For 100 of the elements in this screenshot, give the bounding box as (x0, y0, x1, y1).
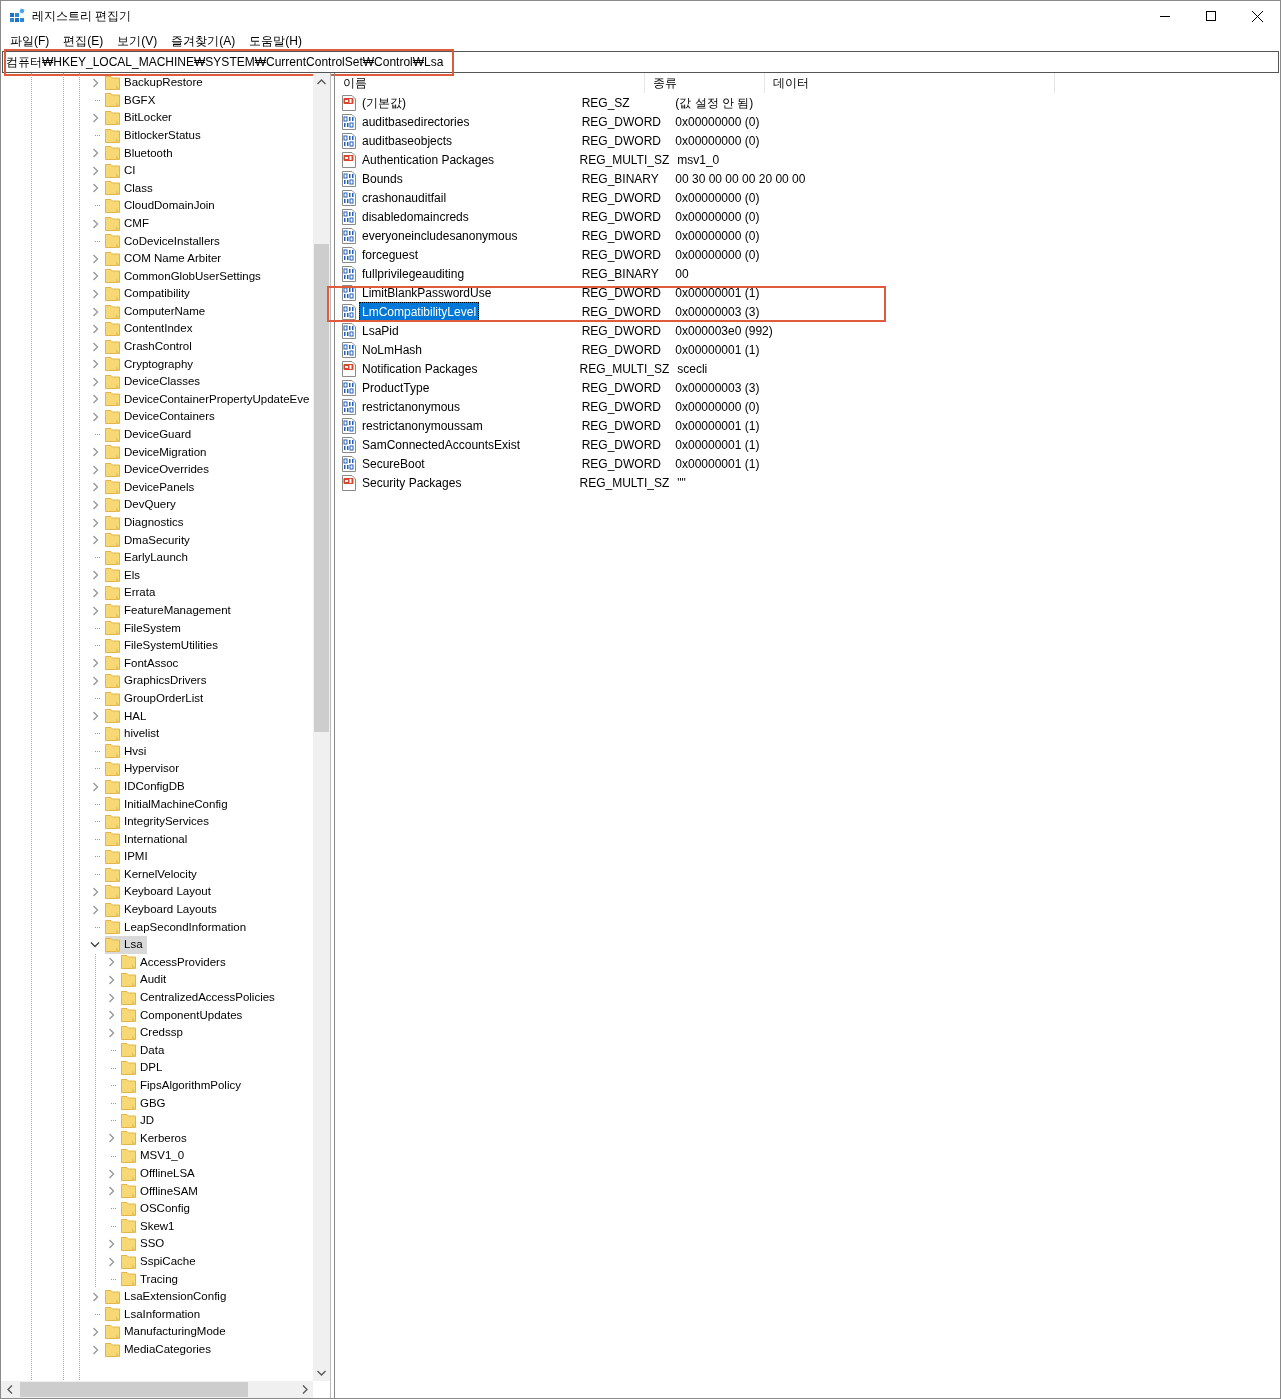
tree-item[interactable]: Data (121, 1041, 169, 1060)
tree-item[interactable]: Lsa (105, 935, 147, 954)
tree-item[interactable]: Hypervisor (105, 759, 183, 778)
value-name[interactable]: (기본값) (359, 92, 409, 113)
tree-item[interactable]: DeviceClasses (105, 372, 205, 391)
tree-item[interactable]: DevQuery (105, 496, 180, 515)
chevron-right-icon[interactable] (91, 1291, 99, 1302)
chevron-right-icon[interactable] (91, 165, 99, 176)
tree-item[interactable]: BitLocker (105, 109, 176, 127)
chevron-right-icon[interactable] (107, 1027, 115, 1038)
tree-item[interactable]: DPL (121, 1059, 167, 1078)
scrollbar-thumb[interactable] (20, 1382, 248, 1397)
tree-item[interactable]: LeapSecondInformation (105, 918, 251, 937)
chevron-right-icon[interactable] (91, 711, 99, 722)
tree-item[interactable]: JD (121, 1111, 159, 1130)
tree-item[interactable]: IDConfigDB (105, 777, 189, 796)
tree-item[interactable]: FileSystemUtilities (105, 636, 222, 655)
value-name[interactable]: SamConnectedAccountsExist (359, 434, 524, 455)
tree-item[interactable]: Hvsi (105, 742, 151, 761)
value-name[interactable]: ProductType (359, 377, 433, 398)
tree-item[interactable]: IntegrityServices (105, 812, 213, 831)
tree-item[interactable]: CMF (105, 214, 153, 233)
tree-item[interactable]: Els (105, 566, 144, 585)
tree-item[interactable]: Tracing (121, 1270, 182, 1289)
chevron-right-icon[interactable] (91, 500, 99, 511)
tree-item[interactable]: hivelist (105, 724, 164, 743)
value-name[interactable]: LsaPid (359, 320, 402, 341)
menu-item[interactable]: 보기(V) (110, 32, 165, 50)
chevron-right-icon[interactable] (91, 183, 99, 194)
chevron-right-icon[interactable] (107, 1256, 115, 1267)
tree-item[interactable]: Compatibility (105, 284, 194, 303)
tree-item[interactable]: Skew1 (121, 1217, 179, 1236)
chevron-right-icon[interactable] (91, 535, 99, 546)
tree-item[interactable]: KernelVelocity (105, 865, 201, 884)
chevron-right-icon[interactable] (107, 975, 115, 986)
tree-item[interactable]: GroupOrderList (105, 689, 208, 708)
column-header[interactable]: 종류 (645, 73, 765, 93)
chevron-right-icon[interactable] (91, 341, 99, 352)
chevron-down-icon[interactable] (90, 941, 100, 949)
chevron-right-icon[interactable] (91, 904, 99, 915)
tree-item[interactable]: GBG (121, 1094, 170, 1113)
value-name[interactable]: restrictanonymous (359, 396, 464, 417)
chevron-right-icon[interactable] (91, 781, 99, 792)
chevron-right-icon[interactable] (91, 464, 99, 475)
tree-item[interactable]: SspiCache (121, 1252, 200, 1271)
tree-item[interactable]: MediaCategories (105, 1340, 215, 1359)
value-name[interactable]: Security Packages (359, 472, 465, 493)
chevron-right-icon[interactable] (91, 588, 99, 598)
tree-item[interactable]: ComponentUpdates (121, 1006, 247, 1025)
vertical-scrollbar[interactable] (313, 73, 330, 1381)
tree-item[interactable]: MSV1_0 (121, 1147, 189, 1165)
tree-item[interactable]: ManufacturingMode (105, 1322, 230, 1341)
value-name[interactable]: Notification Packages (359, 358, 481, 379)
chevron-right-icon[interactable] (107, 957, 115, 968)
tree-item[interactable]: Credssp (121, 1023, 187, 1042)
value-name[interactable]: forceguest (359, 244, 422, 265)
tree-item[interactable]: CI (105, 161, 140, 180)
tree-item[interactable]: Bluetooth (105, 144, 177, 163)
tree-item[interactable]: DeviceOverrides (105, 460, 213, 479)
value-name[interactable]: crashonauditfail (359, 187, 450, 208)
tree-item[interactable]: BGFX (105, 91, 160, 110)
scroll-down-icon[interactable] (317, 1369, 326, 1376)
value-name[interactable]: restrictanonymoussam (359, 415, 486, 436)
tree-item[interactable]: AccessProviders (121, 953, 230, 972)
tree-item[interactable]: CrashControl (105, 337, 196, 356)
chevron-right-icon[interactable] (91, 218, 99, 229)
scrollbar-thumb[interactable] (314, 244, 329, 732)
chevron-right-icon[interactable] (91, 148, 99, 159)
tree-item[interactable]: Cryptography (105, 355, 198, 374)
value-name[interactable]: LimitBlankPasswordUse (359, 282, 495, 303)
chevron-right-icon[interactable] (91, 658, 99, 669)
menu-item[interactable]: 도움말(H) (242, 32, 309, 50)
scroll-right-icon[interactable] (301, 1385, 308, 1394)
tree-item[interactable]: COM Name Arbiter (105, 249, 226, 268)
chevron-right-icon[interactable] (91, 394, 99, 405)
tree-item[interactable]: OfflineLSA (121, 1164, 199, 1183)
tree-item[interactable]: LsaInformation (105, 1305, 205, 1324)
tree-item[interactable]: EarlyLaunch (105, 548, 192, 567)
chevron-right-icon[interactable] (91, 570, 99, 581)
tree-item[interactable]: CoDeviceInstallers (105, 232, 224, 251)
tree-item[interactable]: Keyboard Layouts (105, 900, 221, 919)
chevron-right-icon[interactable] (91, 359, 99, 370)
chevron-right-icon[interactable] (91, 676, 99, 686)
value-name[interactable]: SecureBoot (359, 453, 428, 474)
tree-item[interactable]: Kerberos (121, 1129, 191, 1148)
horizontal-scrollbar[interactable] (1, 1381, 313, 1398)
chevron-right-icon[interactable] (91, 271, 99, 282)
tree-item[interactable]: DevicePanels (105, 478, 199, 497)
chevron-right-icon[interactable] (91, 1326, 99, 1337)
chevron-right-icon[interactable] (91, 376, 99, 387)
tree-item[interactable]: SSO (121, 1235, 169, 1253)
tree-item[interactable]: CommonGlobUserSettings (105, 267, 265, 286)
value-name[interactable]: fullprivilegeauditing (359, 263, 468, 284)
tree-item[interactable]: Keyboard Layout (105, 883, 215, 902)
chevron-right-icon[interactable] (107, 992, 115, 1003)
chevron-right-icon[interactable] (107, 1239, 115, 1249)
scroll-left-icon[interactable] (6, 1385, 13, 1394)
chevron-right-icon[interactable] (91, 482, 99, 493)
tree-item[interactable]: IPMI (105, 847, 152, 866)
tree-item[interactable]: LsaExtensionConfig (105, 1287, 231, 1306)
